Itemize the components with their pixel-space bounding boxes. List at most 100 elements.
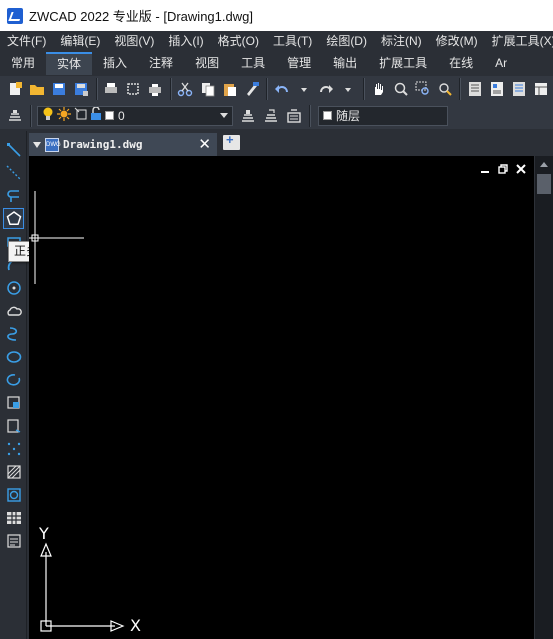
layer-previous-icon[interactable]: [260, 105, 282, 127]
make-block-icon[interactable]: [3, 415, 24, 436]
revision-cloud-icon[interactable]: [3, 300, 24, 321]
sheet-set-icon[interactable]: [531, 78, 552, 100]
menu-dimension[interactable]: 标注(N): [374, 31, 429, 51]
toolbar-separator: [362, 78, 365, 100]
print-icon[interactable]: [101, 78, 122, 100]
ellipse-icon[interactable]: [3, 346, 24, 367]
polyline-icon[interactable]: [3, 185, 24, 206]
tab-home[interactable]: 常用: [0, 52, 46, 75]
tab-online[interactable]: 在线: [438, 52, 484, 75]
layer-unlock-icon: [90, 106, 102, 124]
toolbar-separator: [30, 104, 32, 127]
scroll-up-arrow-icon[interactable]: [540, 162, 548, 167]
layer-thaw-sun-icon: [57, 107, 71, 124]
chevron-down-icon: [220, 113, 228, 118]
menu-modify[interactable]: 修改(M): [429, 31, 485, 51]
layer-toolbar: 0 随层: [0, 102, 553, 129]
design-center-icon[interactable]: [487, 78, 508, 100]
tab-ar[interactable]: Ar: [484, 52, 518, 75]
layer-color-swatch: [105, 111, 114, 120]
spline-icon[interactable]: [3, 323, 24, 344]
paste-icon[interactable]: [219, 78, 240, 100]
tab-express-tools[interactable]: 扩展工具: [368, 52, 438, 75]
point-icon[interactable]: [3, 438, 24, 459]
match-properties-icon[interactable]: [241, 78, 262, 100]
new-icon[interactable]: [4, 78, 25, 100]
draw-toolbar: [0, 131, 27, 639]
color-value: 随层: [336, 109, 361, 123]
redo-dropdown-icon[interactable]: [338, 78, 359, 100]
zoom-window-icon[interactable]: [412, 78, 433, 100]
title-bar: ZWCAD 2022 专业版 - [Drawing1.dwg]: [0, 0, 553, 31]
menu-format[interactable]: 格式(O): [211, 31, 266, 51]
tab-annotate[interactable]: 注释: [138, 52, 184, 75]
layer-dropdown[interactable]: 0: [37, 105, 233, 126]
construction-line-icon[interactable]: [3, 162, 24, 183]
document-tab[interactable]: DWG Drawing1.dwg ✕: [29, 133, 217, 156]
tab-output[interactable]: 输出: [322, 52, 368, 75]
menu-file[interactable]: 文件(F): [0, 31, 53, 51]
toolbar-separator: [309, 104, 311, 127]
save-as-icon[interactable]: [70, 78, 91, 100]
layer-state-icon[interactable]: [283, 105, 305, 127]
ucs-x-label: X: [130, 616, 141, 635]
region-icon[interactable]: [3, 484, 24, 505]
circle-icon[interactable]: [3, 277, 24, 298]
redo-icon[interactable]: [316, 78, 337, 100]
tab-view[interactable]: 视图: [184, 52, 230, 75]
open-icon[interactable]: [26, 78, 47, 100]
toolbar-separator: [169, 78, 172, 100]
menu-tools[interactable]: 工具(T): [266, 31, 319, 51]
tab-insert[interactable]: 插入: [92, 52, 138, 75]
tab-manage[interactable]: 管理: [276, 52, 322, 75]
hatch-icon[interactable]: [3, 461, 24, 482]
save-icon[interactable]: [48, 78, 69, 100]
current-layer-name: 0: [118, 108, 125, 123]
ellipse-arc-icon[interactable]: [3, 369, 24, 390]
tab-solid[interactable]: 实体: [46, 52, 93, 75]
undo-dropdown-icon[interactable]: [294, 78, 315, 100]
multiline-text-icon[interactable]: [3, 530, 24, 551]
menu-express-tools[interactable]: 扩展工具(X): [485, 31, 553, 51]
color-dropdown[interactable]: 随层: [318, 105, 448, 126]
print-preview-icon[interactable]: [123, 78, 144, 100]
bylayer-color-swatch: [323, 111, 332, 120]
document-tab-strip: DWG Drawing1.dwg ✕: [29, 131, 553, 156]
copy-icon[interactable]: [197, 78, 218, 100]
tab-tools[interactable]: 工具: [230, 52, 276, 75]
cut-icon[interactable]: [175, 78, 196, 100]
menu-insert[interactable]: 插入(I): [161, 31, 210, 51]
insert-block-icon[interactable]: [3, 392, 24, 413]
table-icon[interactable]: [3, 507, 24, 528]
layer-manager-icon[interactable]: [4, 105, 26, 127]
zoom-previous-icon[interactable]: [434, 78, 455, 100]
menu-view[interactable]: 视图(V): [107, 31, 161, 51]
pan-icon[interactable]: [368, 78, 389, 100]
standard-toolbar: [0, 76, 553, 102]
scrollbar-thumb[interactable]: [537, 174, 551, 194]
polygon-icon[interactable]: [3, 208, 24, 229]
publish-icon[interactable]: [145, 78, 166, 100]
tab-menu-chevron-icon[interactable]: [33, 141, 41, 148]
undo-icon[interactable]: [271, 78, 292, 100]
toolbar-separator: [95, 78, 98, 100]
new-drawing-tab-icon[interactable]: [223, 132, 240, 150]
line-icon[interactable]: [3, 139, 24, 160]
window-title: ZWCAD 2022 专业版 - [Drawing1.dwg]: [29, 9, 253, 24]
vertical-scrollbar[interactable]: [534, 156, 553, 639]
close-icon[interactable]: ✕: [198, 137, 211, 152]
make-object-layer-current-icon[interactable]: [237, 105, 259, 127]
zwcad-logo-icon: [7, 7, 23, 24]
layer-on-bulb-icon: [42, 107, 54, 124]
menu-edit[interactable]: 编辑(E): [53, 31, 107, 51]
dwg-file-icon: DWG: [45, 137, 61, 152]
tool-palette-icon[interactable]: [509, 78, 530, 100]
toolbar-separator: [459, 78, 462, 100]
menu-draw[interactable]: 绘图(D): [319, 31, 374, 51]
toolbar-separator: [266, 78, 269, 100]
ribbon-tab-bar: 常用 实体 插入 注释 视图 工具 管理 输出 扩展工具 在线 Ar: [0, 52, 553, 75]
layer-viewport-icon: [74, 107, 88, 124]
zoom-realtime-icon[interactable]: [390, 78, 411, 100]
drawing-canvas[interactable]: Y X: [29, 156, 534, 639]
properties-icon[interactable]: [464, 78, 485, 100]
